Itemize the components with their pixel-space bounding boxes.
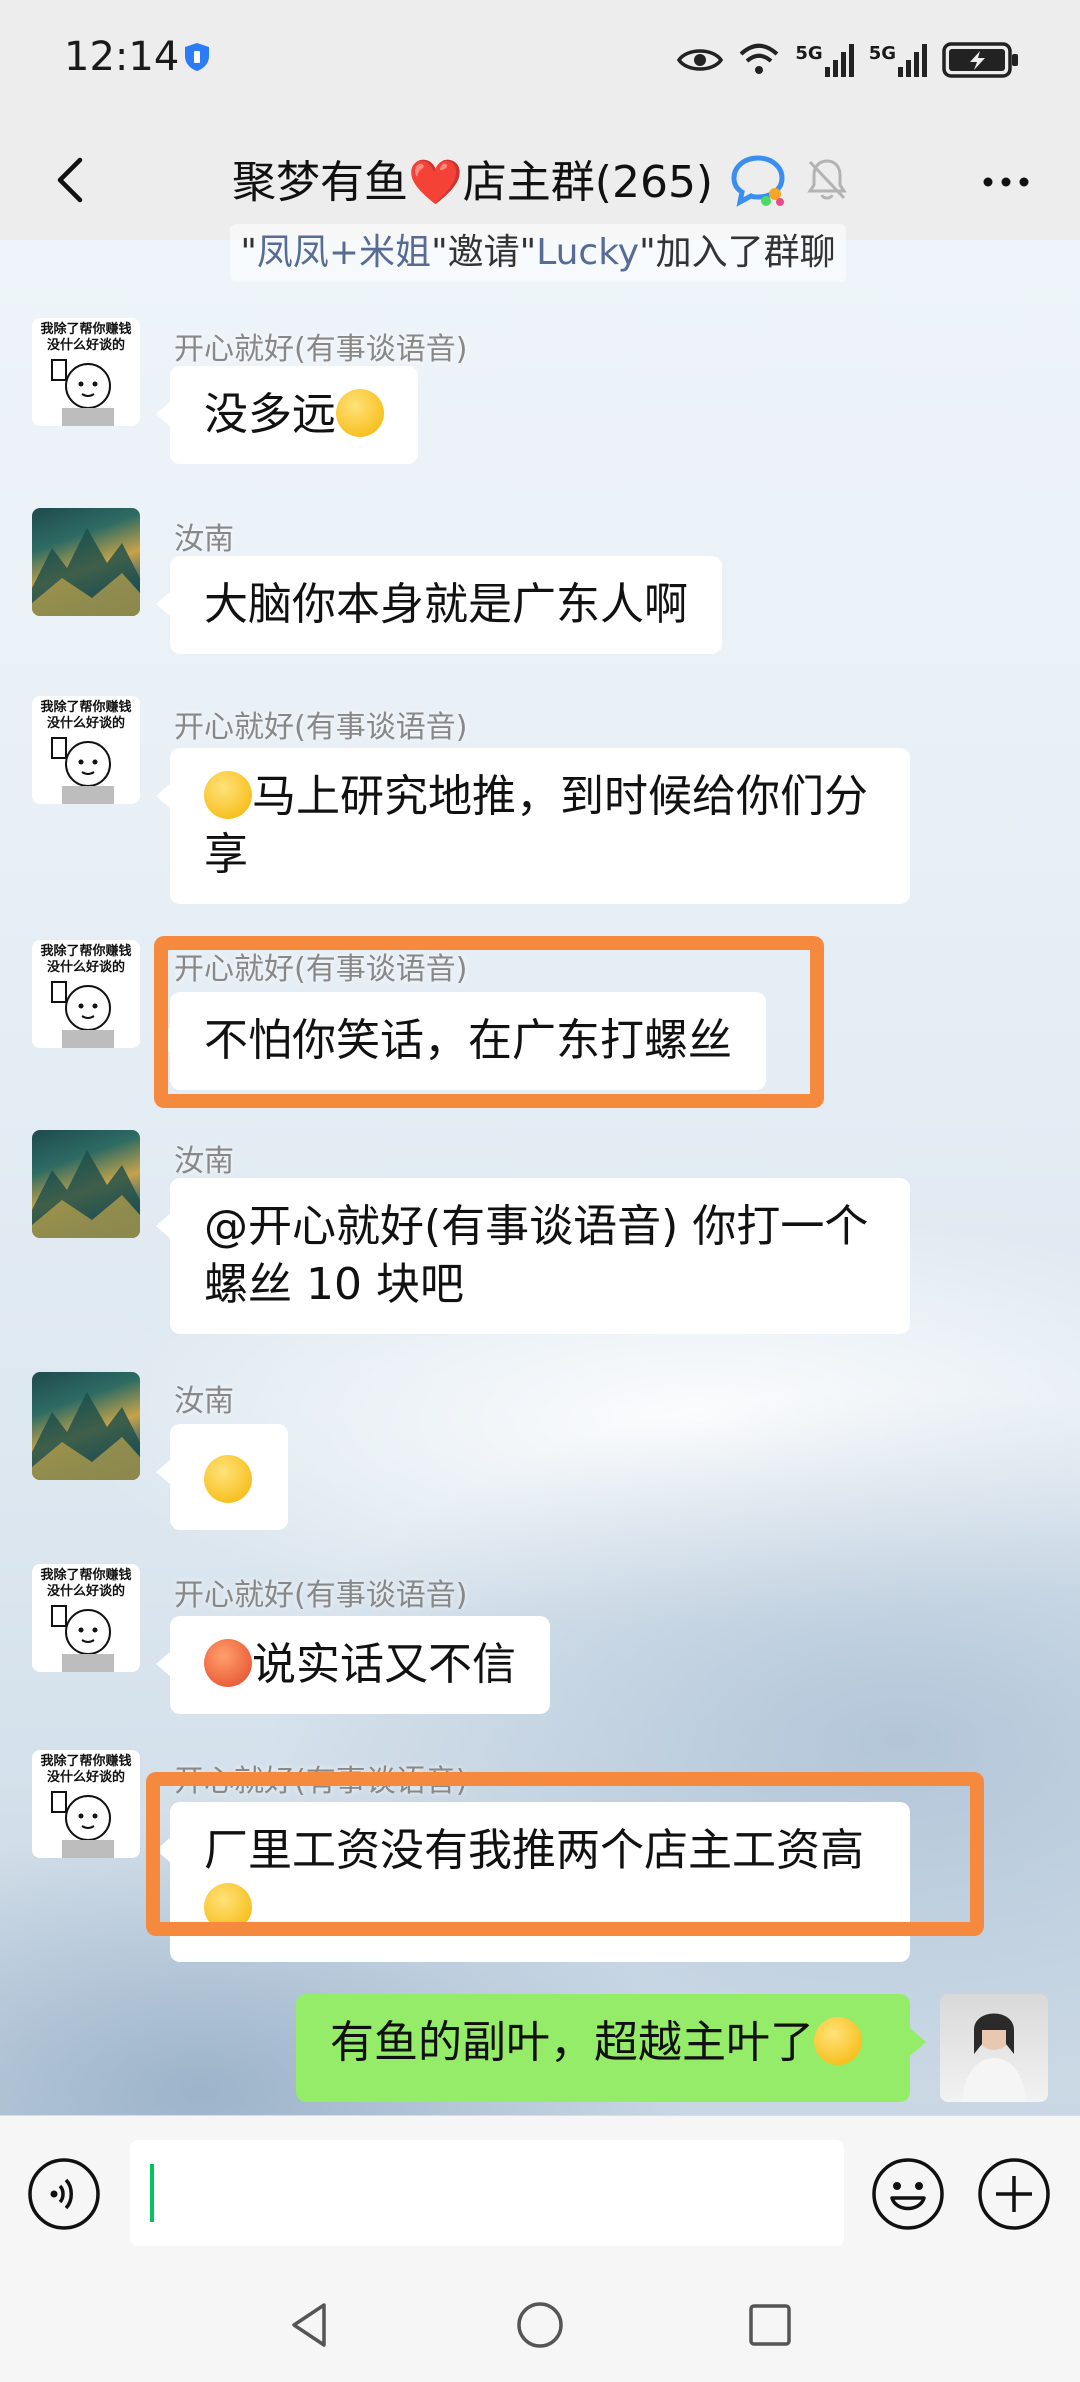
angry-face-emoji [204, 1639, 252, 1687]
system-navigation-bar [0, 2275, 1080, 2382]
grinning-face-emoji [814, 2017, 862, 2065]
avatar[interactable] [32, 1372, 140, 1480]
avatar[interactable]: 我除了帮你赚钱 没什么好谈的 [32, 1750, 140, 1858]
message-bubble[interactable]: 说实话又不信 [156, 1616, 550, 1714]
status-icons: 5G 5G [677, 38, 1020, 82]
eye-icon [677, 49, 724, 71]
message-bubble[interactable]: @开心就好(有事谈语音) 你打一个 螺丝 10 块吧 [156, 1178, 910, 1334]
my-avatar[interactable] [940, 1994, 1048, 2102]
sunglasses-face-emoji [204, 771, 252, 819]
invitee-name[interactable]: Lucky [536, 232, 639, 273]
voice-input-icon[interactable] [26, 2156, 102, 2232]
input-bar [0, 2115, 1080, 2276]
more-icon[interactable] [974, 150, 1038, 214]
sender-name: 开心就好(有事谈语音) [174, 332, 468, 367]
sender-name: 汝南 [174, 522, 234, 557]
chat-bubble-icon[interactable] [728, 150, 788, 210]
avatar[interactable] [32, 508, 140, 616]
avatar[interactable] [32, 1130, 140, 1238]
nav-back-icon[interactable] [280, 2295, 340, 2355]
shield-icon [185, 43, 209, 71]
signal-icon: 5G [795, 43, 854, 77]
message-bubble[interactable]: 没多远 [156, 366, 418, 464]
crying-laughing-emoji [204, 1455, 252, 1503]
mute-bell-icon [807, 159, 847, 200]
text-cursor [150, 2164, 154, 2222]
message-bubble[interactable]: 马上研究地推，到时候给你们分 享 [156, 748, 910, 904]
status-time: 12:14 [64, 34, 180, 80]
message-input[interactable] [130, 2140, 844, 2246]
back-arrow-icon[interactable] [40, 148, 104, 212]
plus-icon[interactable] [976, 2156, 1052, 2232]
sender-name: 开心就好(有事谈语音) [174, 710, 468, 745]
avatar[interactable]: 我除了帮你赚钱 没什么好谈的 [32, 696, 140, 804]
nav-home-icon[interactable] [510, 2295, 570, 2355]
message-bubble[interactable] [156, 1424, 288, 1530]
battery-icon [942, 42, 1018, 78]
chat-header: 聚梦有鱼❤️店主群(265) [0, 120, 1080, 240]
system-message: "凤凤+米姐"邀请"Lucky"加入了群聊 [230, 224, 846, 282]
avatar[interactable]: 我除了帮你赚钱 没什么好谈的 [32, 1564, 140, 1672]
chat-title[interactable]: 聚梦有鱼❤️店主群(265) [232, 146, 713, 210]
inviter-name[interactable]: 凤凤+米姐 [257, 232, 431, 273]
signal-icon-2: 5G [869, 43, 928, 77]
highlight-box [146, 1772, 984, 1936]
avatar[interactable]: 我除了帮你赚钱 没什么好谈的 [32, 318, 140, 426]
wifi-icon [740, 43, 779, 74]
highlight-box [154, 936, 824, 1108]
message-bubble[interactable]: 大脑你本身就是广东人啊 [156, 556, 722, 654]
nav-recents-icon[interactable] [740, 2295, 800, 2355]
sender-name: 开心就好(有事谈语音) [174, 1578, 468, 1613]
my-message-bubble[interactable]: 有鱼的副叶，超越主叶了 [296, 1994, 926, 2102]
sender-name: 汝南 [174, 1144, 234, 1179]
avatar[interactable]: 我除了帮你赚钱 没什么好谈的 [32, 940, 140, 1048]
status-bar: 12:14 5G 5G [0, 0, 1080, 120]
thinking-face-emoji [336, 389, 384, 437]
sender-name: 汝南 [174, 1384, 234, 1419]
emoji-picker-icon[interactable] [870, 2156, 946, 2232]
